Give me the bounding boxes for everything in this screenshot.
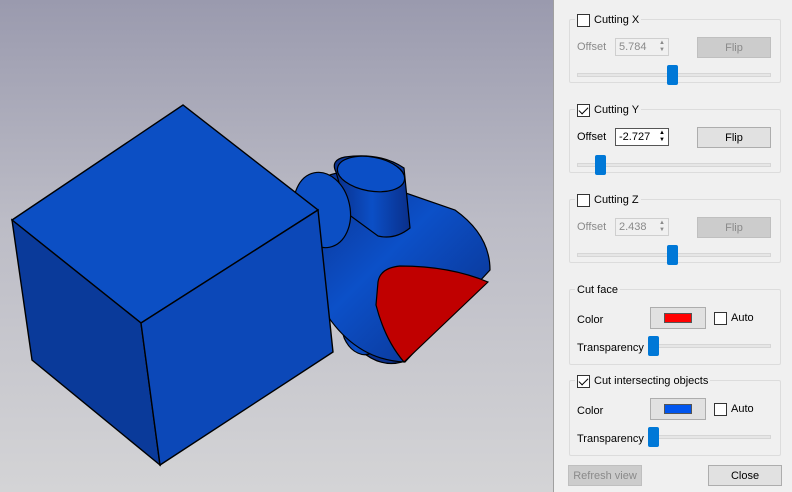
cutting-y-group: Cutting Y Offset -2.727 ▲ ▼ Flip	[569, 102, 781, 175]
close-label: Close	[730, 469, 760, 482]
cut-face-color-label: Color	[577, 314, 604, 326]
cut-face-auto-checkbox[interactable]	[714, 312, 727, 325]
cut-intersecting-toggle[interactable]: Cut intersecting objects	[575, 373, 711, 389]
cutting-x-offset-value: 5.784	[619, 41, 647, 53]
cut-intersecting-color-label: Color	[577, 405, 604, 417]
cutting-z-offset-value: 2.438	[619, 221, 647, 233]
cutting-x-flip-button[interactable]: Flip	[697, 37, 771, 58]
cutting-z-flip-button[interactable]: Flip	[697, 217, 771, 238]
close-button[interactable]: Close	[708, 465, 782, 486]
refresh-view-label: Refresh view	[573, 469, 637, 482]
scene-canvas	[10, 104, 491, 467]
cutting-x-offset-label: Offset	[577, 41, 607, 53]
cut-intersecting-transparency-label: Transparency	[577, 433, 644, 445]
cut-intersecting-auto-checkbox[interactable]	[714, 403, 727, 416]
slider-thumb[interactable]	[648, 336, 659, 356]
clipping-panel: Cutting X Offset 5.784 ▲ ▼ Flip Cutting Y…	[553, 0, 792, 492]
cutting-y-offset-value: -2.727	[619, 131, 651, 143]
cutting-z-offset-spinbox[interactable]: 2.438 ▲ ▼	[615, 218, 669, 236]
spin-arrows-icon[interactable]: ▲ ▼	[657, 130, 667, 144]
cut-intersecting-transparency-slider[interactable]	[648, 427, 771, 447]
cutting-y-offset-spinbox[interactable]: -2.727 ▲ ▼	[615, 128, 669, 146]
cut-intersecting-color-button[interactable]	[650, 398, 706, 420]
3d-viewport[interactable]	[0, 0, 553, 492]
cutting-y-offset-label: Offset	[577, 131, 607, 143]
cutting-z-toggle[interactable]: Cutting Z	[575, 192, 641, 208]
cut-face-group: Cut face Color Auto Transparency	[569, 282, 781, 365]
box-object[interactable]	[10, 104, 334, 467]
cut-face-title: Cut face	[577, 284, 618, 296]
cutting-y-flip-label: Flip	[725, 131, 743, 144]
slider-thumb[interactable]	[595, 155, 606, 175]
cut-face-transparency-slider[interactable]	[648, 336, 771, 356]
refresh-view-button[interactable]: Refresh view	[568, 465, 642, 486]
cut-intersecting-title: Cut intersecting objects	[594, 375, 709, 387]
slider-thumb[interactable]	[667, 65, 678, 85]
cutting-x-group: Cutting X Offset 5.784 ▲ ▼ Flip	[569, 12, 781, 85]
spin-arrows-icon[interactable]: ▲ ▼	[657, 220, 667, 234]
cutting-z-group: Cutting Z Offset 2.438 ▲ ▼ Flip	[569, 192, 781, 265]
spin-arrows-icon[interactable]: ▲ ▼	[657, 40, 667, 54]
cut-face-color-swatch	[664, 313, 692, 323]
cutting-x-toggle[interactable]: Cutting X	[575, 12, 642, 28]
cutting-z-offset-label: Offset	[577, 221, 607, 233]
cutting-z-checkbox[interactable]	[577, 193, 590, 207]
cut-intersecting-group: Cut intersecting objects Color Auto Tran…	[569, 373, 781, 456]
cutting-y-title: Cutting Y	[594, 104, 640, 116]
cutting-x-title: Cutting X	[594, 14, 640, 26]
cutting-z-title: Cutting Z	[594, 194, 639, 206]
cutting-y-slider[interactable]	[577, 155, 771, 175]
slider-thumb[interactable]	[667, 245, 678, 265]
cutting-z-slider[interactable]	[577, 245, 771, 265]
cut-intersecting-auto-label: Auto	[731, 403, 754, 415]
cutting-x-checkbox[interactable]	[577, 13, 590, 27]
cut-face-title-wrap: Cut face	[575, 282, 620, 298]
cut-face-transparency-label: Transparency	[577, 342, 644, 354]
cut-face-red	[375, 265, 490, 363]
cutting-x-offset-spinbox[interactable]: 5.784 ▲ ▼	[615, 38, 669, 56]
cutting-y-toggle[interactable]: Cutting Y	[575, 102, 642, 118]
cutting-y-flip-button[interactable]: Flip	[697, 127, 771, 148]
slider-thumb[interactable]	[648, 427, 659, 447]
cut-face-auto-label: Auto	[731, 312, 754, 324]
cut-intersecting-color-swatch	[664, 404, 692, 414]
cutting-x-slider[interactable]	[577, 65, 771, 85]
cut-face-color-button[interactable]	[650, 307, 706, 329]
cut-intersecting-checkbox[interactable]	[577, 374, 590, 388]
cutting-x-flip-label: Flip	[725, 41, 743, 54]
cutting-y-checkbox[interactable]	[577, 103, 590, 117]
cutting-z-flip-label: Flip	[725, 221, 743, 234]
